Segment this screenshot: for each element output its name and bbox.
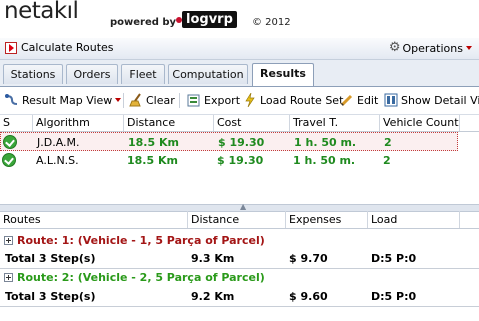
distance-cell: 18.5 Km — [128, 136, 179, 149]
calculate-routes-button[interactable]: Calculate Routes — [5, 41, 114, 54]
clear-button[interactable]: Clear — [129, 93, 175, 107]
chevron-down-icon — [466, 46, 472, 50]
results-toolbar: Result Map View Clear Export Load Route … — [0, 87, 479, 115]
route-group-title: Route: 2: (Vehicle - 2, 5 Parça of Parce… — [17, 271, 265, 284]
column-header-travel-time[interactable]: Travel T. — [290, 115, 380, 131]
route-total-label: Total 3 Step(s) — [5, 290, 96, 303]
column-header-status[interactable]: S — [0, 115, 33, 131]
column-header-distance[interactable]: Distance — [124, 115, 214, 131]
broom-icon — [129, 93, 143, 107]
command-bar: Calculate Routes ⚙ Operations — [0, 38, 479, 60]
column-header-vehicle-count[interactable]: Vehicle Count — [380, 115, 460, 131]
table-row[interactable]: J.D.A.M. 18.5 Km $ 19.30 1 h. 50 m. 2 — [0, 132, 458, 151]
route-total-distance: 9.3 Km — [191, 252, 235, 265]
load-route-set-button[interactable]: Load Route Set — [243, 92, 344, 108]
export-label: Export — [204, 93, 241, 107]
toolbar-divider — [123, 93, 124, 108]
show-detail-view-label: Show Detail View — [401, 93, 479, 107]
travel-time-cell: 1 h. 50 m. — [293, 154, 356, 167]
column-header-expenses[interactable]: Expenses — [286, 211, 368, 228]
export-button[interactable]: Export — [187, 93, 240, 107]
tab-results[interactable]: Results — [252, 63, 314, 86]
table-row[interactable]: A.L.N.S. 18.5 Km $ 19.30 1 h. 50 m. 2 — [0, 151, 458, 170]
route-group-header[interactable]: Route: 1: (Vehicle - 1, 5 Parça of Parce… — [0, 232, 479, 249]
export-icon — [187, 93, 201, 107]
pencil-icon — [340, 93, 354, 107]
column-header-cost[interactable]: Cost — [214, 115, 290, 131]
distance-cell: 18.5 Km — [127, 154, 178, 167]
tab-bar: Stations Orders Fleet Computation Result… — [0, 60, 479, 87]
expand-icon[interactable] — [4, 273, 13, 282]
play-icon — [5, 41, 17, 54]
results-grid-header: S Algorithm Distance Cost Travel T. Vehi… — [0, 115, 479, 132]
result-map-view-label: Result Map View — [22, 93, 113, 107]
algorithm-cell: A.L.N.S. — [36, 154, 79, 167]
edit-button[interactable]: Edit — [340, 93, 378, 107]
route-total-distance: 9.2 Km — [191, 290, 235, 303]
route-total-label: Total 3 Step(s) — [5, 252, 96, 265]
copyright-label: © 2012 — [252, 17, 291, 28]
gear-icon: ⚙ — [388, 40, 401, 55]
result-map-view-button[interactable]: Result Map View — [5, 93, 122, 107]
column-header-routes[interactable]: Routes — [0, 211, 188, 228]
route-total-row: Total 3 Step(s) 9.2 Km $ 9.60 D:5 P:0 — [0, 288, 479, 307]
splitter-grip-icon: ▲ — [240, 202, 247, 211]
vehicle-count-cell: 2 — [383, 154, 391, 167]
route-group-title: Route: 1: (Vehicle - 1, 5 Parça of Parce… — [17, 234, 265, 247]
chevron-down-icon — [115, 98, 122, 102]
calculate-routes-label: Calculate Routes — [21, 41, 114, 54]
powered-by-label: powered by — [110, 17, 177, 28]
tab-fleet[interactable]: Fleet — [121, 64, 165, 84]
check-circle-icon — [2, 153, 16, 167]
operations-label: Operations — [402, 41, 463, 55]
check-circle-icon — [3, 135, 17, 149]
route-total-expenses: $ 9.60 — [289, 290, 328, 303]
operations-menu[interactable]: ⚙ Operations — [389, 41, 472, 55]
toolbar-divider — [179, 93, 180, 108]
route-total-load: D:5 P:0 — [371, 252, 417, 265]
route-total-row: Total 3 Step(s) 9.3 Km $ 9.70 D:5 P:0 — [0, 250, 479, 269]
vehicle-count-cell: 2 — [384, 136, 392, 149]
show-detail-view-button[interactable]: Show Detail View — [384, 93, 479, 107]
load-route-set-label: Load Route Set — [260, 93, 344, 107]
column-header-load[interactable]: Load — [368, 211, 460, 228]
column-header-algorithm[interactable]: Algorithm — [33, 115, 124, 131]
lightning-icon — [243, 92, 257, 108]
tab-orders[interactable]: Orders — [66, 64, 118, 84]
cost-cell: $ 19.30 — [218, 136, 265, 149]
brand-header: netakıl powered by logvrp © 2012 — [0, 0, 479, 36]
algorithm-cell: J.D.A.M. — [37, 136, 80, 149]
routes-grid-header: Routes Distance Expenses Load — [0, 211, 479, 229]
expand-icon[interactable] — [4, 236, 13, 245]
route-icon — [5, 93, 19, 107]
column-header-route-distance[interactable]: Distance — [188, 211, 286, 228]
cost-cell: $ 19.30 — [217, 154, 264, 167]
travel-time-cell: 1 h. 50 m. — [294, 136, 357, 149]
route-group-header[interactable]: Route: 2: (Vehicle - 2, 5 Parça of Parce… — [0, 269, 479, 286]
netakil-logo: netakıl — [4, 0, 79, 24]
tab-computation[interactable]: Computation — [168, 64, 248, 84]
logvrp-logo-text: logvrp — [182, 11, 237, 28]
detail-view-icon — [384, 93, 398, 107]
route-total-expenses: $ 9.70 — [289, 252, 328, 265]
edit-label: Edit — [357, 93, 379, 107]
route-total-load: D:5 P:0 — [371, 290, 417, 303]
tab-stations[interactable]: Stations — [3, 64, 63, 84]
clear-label: Clear — [146, 93, 175, 107]
